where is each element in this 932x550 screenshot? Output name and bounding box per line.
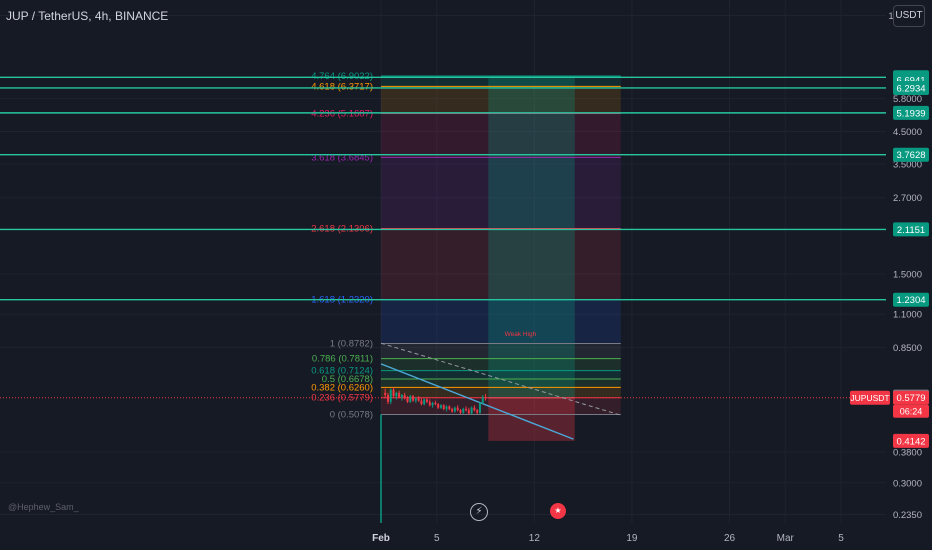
countdown-text: 06:24 — [900, 407, 923, 417]
price-label-text: 6.2934 — [896, 83, 925, 94]
candle-body — [409, 396, 412, 402]
price-label-text: 0.4142 — [896, 436, 925, 447]
candle-body — [437, 404, 440, 408]
x-tick-label: 5 — [434, 533, 440, 544]
candle-body — [439, 405, 442, 408]
price-label-text: 0.5779 — [896, 393, 925, 404]
candle-body — [442, 405, 445, 409]
candle-body — [423, 399, 426, 405]
fib-label: 0 (0.5078) — [330, 409, 373, 420]
candle-body — [414, 398, 417, 401]
candle-body — [412, 396, 415, 401]
candle-body — [451, 408, 454, 412]
fib-label: 4.236 (5.1687) — [311, 109, 373, 120]
candle-body — [456, 407, 459, 411]
y-tick-label: 0.8500 — [893, 343, 922, 354]
candle-body — [481, 397, 484, 403]
us-flag-event-icon[interactable]: ★ — [550, 503, 566, 519]
price-chart[interactable]: 0 (0.5078)0.236 (0.5779)0.382 (0.6260)0.… — [0, 0, 932, 550]
candle-body — [453, 407, 456, 412]
candle-body — [426, 399, 429, 402]
author-watermark: @Hephew_Sam_ — [8, 502, 79, 512]
x-tick-label: 19 — [626, 533, 638, 544]
candle-body — [434, 402, 437, 405]
fib-label: 4.618 (6.3717) — [311, 81, 373, 92]
candle-body — [395, 392, 398, 397]
fib-label: 0.618 (0.7124) — [311, 366, 373, 377]
x-tick-label: 26 — [724, 533, 736, 544]
fib-label: 0.786 (0.7811) — [312, 354, 373, 365]
candle-body — [484, 397, 487, 399]
candle-body — [406, 398, 409, 402]
lightning-event-icon[interactable]: ⚡ — [470, 503, 488, 521]
candle-body — [398, 392, 401, 398]
x-tick-label: Feb — [372, 533, 390, 544]
x-tick-label: Mar — [777, 533, 795, 544]
y-tick-label: 0.3800 — [893, 448, 922, 459]
candle-body — [431, 402, 434, 406]
candle-body — [470, 407, 473, 414]
y-tick-label: 0.2350 — [893, 510, 922, 521]
candle-body — [465, 408, 468, 411]
fib-label: 4.764 (6.9022) — [311, 71, 373, 82]
symbol-title: JUP / TetherUS, 4h, BINANCE — [6, 9, 169, 23]
candle-body — [459, 410, 462, 413]
price-label-text: 2.1151 — [897, 225, 925, 236]
y-tick-label: 0.3000 — [893, 478, 922, 489]
y-tick-label: 4.5000 — [893, 127, 922, 138]
candle-body — [392, 389, 395, 397]
candle-body — [476, 410, 479, 413]
candle-body — [417, 398, 420, 401]
annotation-text: Weak High — [505, 331, 537, 338]
candle-body — [448, 406, 451, 409]
time-axis[interactable]: Feb 5 12 19 26 Mar 5 — [372, 533, 844, 544]
fib-label: 1 (0.8782) — [330, 338, 373, 349]
candle-body — [462, 408, 465, 413]
candle-body — [428, 401, 431, 406]
currency-button[interactable]: USDT — [893, 5, 925, 27]
candle-body — [467, 410, 470, 414]
y-tick-label: 1.5000 — [893, 269, 922, 280]
candle-body — [389, 389, 392, 402]
annotations: Weak High — [505, 331, 537, 338]
price-label-text: 1.2304 — [896, 295, 925, 306]
candle-body — [386, 395, 389, 402]
candle-body — [403, 395, 406, 399]
y-tick-label: 1.1000 — [893, 310, 922, 321]
price-label-text: 3.7628 — [896, 150, 925, 161]
price-label-text: 5.1939 — [896, 108, 925, 119]
profit-zone — [488, 75, 575, 398]
x-tick-label: 12 — [529, 533, 541, 544]
long-position-tool[interactable] — [488, 75, 575, 441]
candle-body — [384, 392, 387, 396]
y-tick-label: 5.8000 — [893, 94, 922, 105]
candle-body — [400, 395, 403, 398]
x-tick-label: 5 — [838, 533, 844, 544]
y-tick-label: 2.7000 — [893, 193, 922, 204]
candle-body — [420, 400, 423, 405]
symbol-tag-text: JUPUSDT — [850, 393, 889, 403]
candle-body — [473, 407, 476, 411]
candle-body — [445, 406, 448, 409]
candle-body — [478, 402, 481, 413]
